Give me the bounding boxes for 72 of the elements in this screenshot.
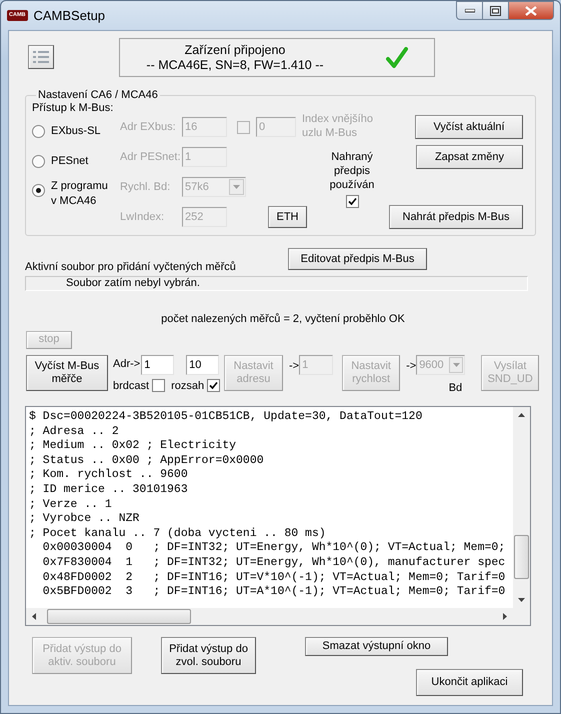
unit-label: Bd — [448, 380, 462, 396]
field-label: Rychl. Bd: — [120, 180, 172, 195]
checkbox[interactable] — [152, 379, 166, 392]
output-line: 0x7F830004 1 ; DF=INT32; UT=Energy, Wh*10^(0), manufacturer spec — [42, 556, 506, 571]
edit-button[interactable]: Editovat předpis M-Bus — [288, 248, 427, 270]
close-button[interactable] — [509, 1, 554, 20]
action-button[interactable]: Zapsat změny — [416, 145, 523, 169]
output-line: ; ID merice .. 30101963 — [29, 482, 189, 498]
field-label: Adr PESnet: — [120, 150, 182, 165]
section-label: Aktivní soubor pro přidání vyčtených měřců — [25, 260, 237, 274]
eth-button[interactable]: ETH — [268, 206, 307, 228]
read-meters-button[interactable]: Vyčíst M-Bus měřče — [26, 354, 108, 390]
checkbox-label: Nahraný předpis používán — [328, 150, 376, 192]
maximize-button[interactable] — [483, 1, 509, 20]
exit-button[interactable]: Ukončit aplikaci — [416, 669, 523, 696]
text-field[interactable]: 1 — [141, 354, 174, 374]
scan-result-text: počet nalezených měřců = 2, vyčtení proběhlo OK — [160, 312, 406, 327]
field-label: LwIndex: — [120, 210, 166, 225]
arrow-text: -> — [406, 358, 416, 374]
radio-button[interactable] — [32, 184, 45, 197]
menu-icon — [33, 51, 49, 63]
radio-label: PESnet — [50, 154, 90, 168]
field-label: Adr EXbus: — [120, 120, 177, 135]
close-icon — [525, 6, 537, 16]
output-line: ; Status .. 0x00 ; AppError=0x0000 — [29, 454, 265, 468]
output-line: $ Dsc=00020224-3B520105-01CB51CB, Update=30, DataTout=120 — [29, 410, 424, 425]
scroll-up-icon — [518, 413, 525, 417]
status-title: Zařízení připojeno — [184, 42, 286, 58]
radio-label: Z programu v MCA46 — [50, 179, 109, 209]
output-line: ; Vyrobce .. NZR — [29, 512, 140, 527]
radio-button[interactable] — [32, 124, 45, 138]
radio-dot-icon — [36, 188, 41, 193]
minimize-icon — [464, 8, 474, 12]
group-title: Nastavení CA6 / MCA46 — [37, 88, 159, 102]
add-output-button[interactable]: Přidat výstup do zvol. souboru — [161, 637, 256, 674]
field-label: Index vnějšího uzlu M-Bus — [302, 112, 374, 140]
file-path-box: Soubor zatím nebyl vybrán. — [25, 276, 528, 291]
field-label: Přístup k M-Bus: — [32, 100, 114, 116]
output-line: 0x5BFD0002 3 ; DF=INT16; UT=A*10^(-1); VT=Actual; Mem=0; Tarif=0 — [42, 585, 506, 600]
output-line: ; Adresa .. 2 — [29, 424, 120, 440]
output-line: 0x00030004 0 ; DF=INT32; UT=Energy, Wh*10^(0); VT=Actual; Mem=0; — [42, 541, 506, 556]
output-line: ; Medium .. 0x02 ; Electricity — [29, 439, 238, 454]
vertical-scrollbar[interactable] — [513, 407, 530, 608]
output-line: ; Pocet kanalu .. 7 (doba vycteni .. 80 ms) — [29, 526, 327, 542]
scrollbar-thumb — [514, 535, 529, 579]
window-title: CAMBSetup — [34, 6, 106, 25]
action-button[interactable]: Vyčíst aktuální — [415, 115, 523, 139]
checkbox[interactable] — [346, 195, 358, 208]
checkbox[interactable] — [207, 379, 220, 392]
dropdown-value: 9600 — [419, 358, 444, 372]
output-line: ; Kom. rychlost .. 9600 — [29, 468, 189, 483]
scroll-down-icon — [518, 598, 525, 602]
output-line: ; Verze .. 1 — [29, 498, 113, 512]
scroll-left-icon — [32, 613, 36, 620]
scroll-right-icon — [503, 613, 507, 620]
radio-button[interactable] — [32, 154, 45, 168]
arrow-text: -> — [289, 358, 300, 374]
device-info: -- MCA46E, SN=8, FW=1.410 -- — [146, 58, 324, 72]
checkbox-label: rozsah — [171, 378, 204, 394]
checkbox-label: brdcast — [113, 378, 150, 394]
dropdown-value: 57k6 — [185, 180, 209, 195]
minimize-button[interactable] — [456, 1, 483, 20]
menu-button[interactable] — [28, 45, 54, 69]
horizontal-scrollbar[interactable] — [26, 608, 513, 625]
maximize-icon — [490, 6, 501, 16]
output-textbox[interactable] — [25, 406, 531, 626]
field-label: Adr-> — [113, 357, 140, 372]
clear-output-button[interactable]: Smazat výstupní okno — [305, 637, 448, 656]
text-field[interactable]: 10 — [186, 354, 219, 374]
output-line: 0x48FD0002 2 ; DF=INT16; UT=V*10^(-1); VT=Actual; Mem=0; Tarif=0 — [42, 570, 506, 586]
action-button[interactable]: Nahrát předpis M-Bus — [389, 205, 523, 229]
radio-label: EXbus-SL — [50, 124, 102, 138]
